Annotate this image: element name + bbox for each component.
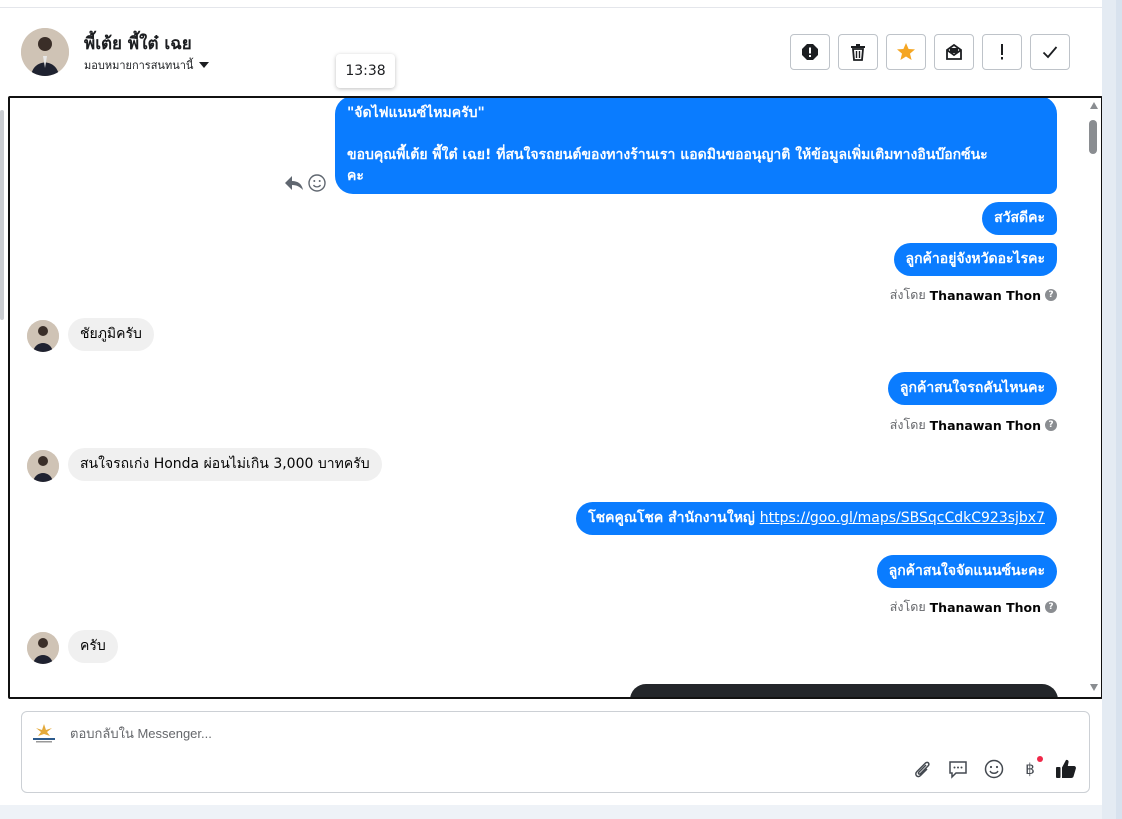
outgoing-message[interactable]: สวัสดีคะ — [982, 202, 1057, 235]
scroll-down-arrow-icon[interactable] — [1090, 684, 1098, 691]
timestamp-tooltip: 13:38 — [336, 54, 395, 88]
message-text: ครับ — [80, 638, 106, 654]
message-text: ลูกค้าสนใจจัดแนนซ์นะคะ — [888, 563, 1045, 579]
follow-up-button[interactable] — [982, 34, 1022, 70]
message-quote-line: "จัดไฟแนนซ์ไหมครับ" — [347, 105, 485, 121]
thread-scrollbar[interactable] — [1087, 98, 1101, 697]
spam-alert-button[interactable] — [790, 34, 830, 70]
sent-by-prefix: ส่งโดย — [889, 417, 926, 432]
payment-button[interactable]: ฿ — [1019, 756, 1043, 780]
trash-icon — [851, 44, 865, 61]
caret-down-icon — [199, 62, 210, 68]
assign-conversation-dropdown[interactable]: มอบหมายการสนทนานี้ — [84, 56, 210, 74]
emoji-icon — [984, 759, 1004, 779]
mail-open-icon — [946, 43, 962, 60]
message-hover-actions — [284, 174, 326, 192]
exclamation-circle-icon — [802, 44, 818, 60]
like-button[interactable] — [1055, 758, 1077, 780]
maps-link[interactable]: https://goo.gl/maps/SBSqcCdkC923sjbx7 — [760, 510, 1045, 526]
message-text: ชัยภูมิครับ — [80, 326, 142, 342]
mark-done-button[interactable] — [1030, 34, 1070, 70]
incoming-message[interactable]: ครับ — [68, 630, 118, 663]
contact-avatar[interactable] — [21, 28, 69, 76]
message-text: ลูกค้าอยู่จังหวัดอะไรคะ — [905, 251, 1046, 267]
right-edge-inner — [1116, 0, 1122, 819]
scroll-thumb[interactable] — [1089, 120, 1097, 154]
contact-avatar-small — [27, 450, 59, 482]
check-icon — [1042, 46, 1058, 59]
sent-by-label: ส่งโดย Thanawan Thon ? — [890, 415, 1057, 435]
outgoing-message[interactable]: "จัดไฟแนนซ์ไหมครับ" ขอบคุณพี้เต้ย พี้ใต๋… — [335, 98, 1057, 194]
exclamation-icon — [1001, 44, 1003, 60]
mark-unread-button[interactable] — [934, 34, 974, 70]
reply-composer: ฿ — [21, 711, 1090, 793]
sent-by-agent: Thanawan Thon — [929, 417, 1041, 433]
message-text: โชคคูณโชค สำนักงานใหญ่ — [588, 510, 760, 526]
star-icon — [897, 43, 915, 60]
message-text: สวัสดีคะ — [994, 210, 1045, 226]
message-thread[interactable]: "จัดไฟแนนซ์ไหมครับ" ขอบคุณพี้เต้ย พี้ใต๋… — [8, 96, 1103, 699]
composer-tools: ฿ — [911, 756, 1077, 780]
contact-avatar-small — [27, 632, 59, 664]
message-body-line: คะ — [347, 168, 364, 184]
saved-reply-button[interactable] — [947, 758, 969, 780]
sent-by-label: ส่งโดย Thanawan Thon ? — [890, 597, 1057, 617]
attach-button[interactable] — [911, 758, 933, 780]
left-scroll-indicator[interactable] — [0, 110, 4, 320]
sent-by-prefix: ส่งโดย — [889, 287, 926, 302]
react-emoji-icon[interactable] — [308, 174, 326, 192]
contact-name[interactable]: พี้เต้ย พี้ใต๋ เฉย — [84, 30, 192, 57]
delete-button[interactable] — [838, 34, 878, 70]
help-icon[interactable]: ? — [1045, 601, 1057, 613]
scroll-up-arrow-icon[interactable] — [1090, 102, 1098, 109]
saved-reply-icon — [949, 761, 967, 779]
sent-by-label: ส่งโดย Thanawan Thon ? — [890, 285, 1057, 305]
conversation-header: พี้เต้ย พี้ใต๋ เฉย มอบหมายการสนทนานี้ — [0, 8, 1102, 96]
reply-input[interactable] — [70, 726, 670, 741]
outgoing-message[interactable]: ลูกค้าอยู่จังหวัดอะไรคะ — [893, 243, 1057, 276]
message-body-line: ขอบคุณพี้เต้ย พี้ใต๋ เฉย! ที่สนใจรถยนต์ข… — [347, 147, 988, 163]
star-button[interactable] — [886, 34, 926, 70]
attachment-card[interactable] — [630, 684, 1058, 697]
baht-icon: ฿ — [1025, 760, 1035, 778]
sent-by-agent: Thanawan Thon — [929, 287, 1041, 303]
reply-icon[interactable] — [284, 175, 304, 191]
help-icon[interactable]: ? — [1045, 289, 1057, 301]
outgoing-message[interactable]: โชคคูณโชค สำนักงานใหญ่ https://goo.gl/ma… — [576, 502, 1057, 535]
right-edge-strip — [1102, 0, 1122, 819]
message-text: สนใจรถเก่ง Honda ผ่อนไม่เกิน 3,000 บาทคร… — [80, 456, 370, 472]
outgoing-message[interactable]: ลูกค้าสนใจรถคันไหนคะ — [887, 372, 1057, 405]
incoming-message[interactable]: สนใจรถเก่ง Honda ผ่อนไม่เกิน 3,000 บาทคร… — [68, 448, 382, 481]
conversation-actions — [790, 34, 1070, 70]
conversation-panel: พี้เต้ย พี้ใต๋ เฉย มอบหมายการสนทนานี้ 13… — [0, 0, 1103, 805]
outgoing-message[interactable]: ลูกค้าสนใจจัดแนนซ์นะคะ — [876, 555, 1057, 588]
message-text: ลูกค้าสนใจรถคันไหนคะ — [899, 380, 1045, 396]
emoji-button[interactable] — [983, 758, 1005, 780]
paperclip-icon — [915, 761, 930, 778]
contact-avatar-small — [27, 320, 59, 352]
sent-by-prefix: ส่งโดย — [889, 599, 926, 614]
notification-dot — [1037, 756, 1043, 762]
help-icon[interactable]: ? — [1045, 419, 1057, 431]
sent-by-agent: Thanawan Thon — [929, 599, 1041, 615]
assign-label: มอบหมายการสนทนานี้ — [84, 59, 194, 72]
page-logo — [30, 722, 58, 744]
incoming-message[interactable]: ชัยภูมิครับ — [68, 318, 154, 351]
thumbs-up-icon — [1056, 759, 1076, 778]
